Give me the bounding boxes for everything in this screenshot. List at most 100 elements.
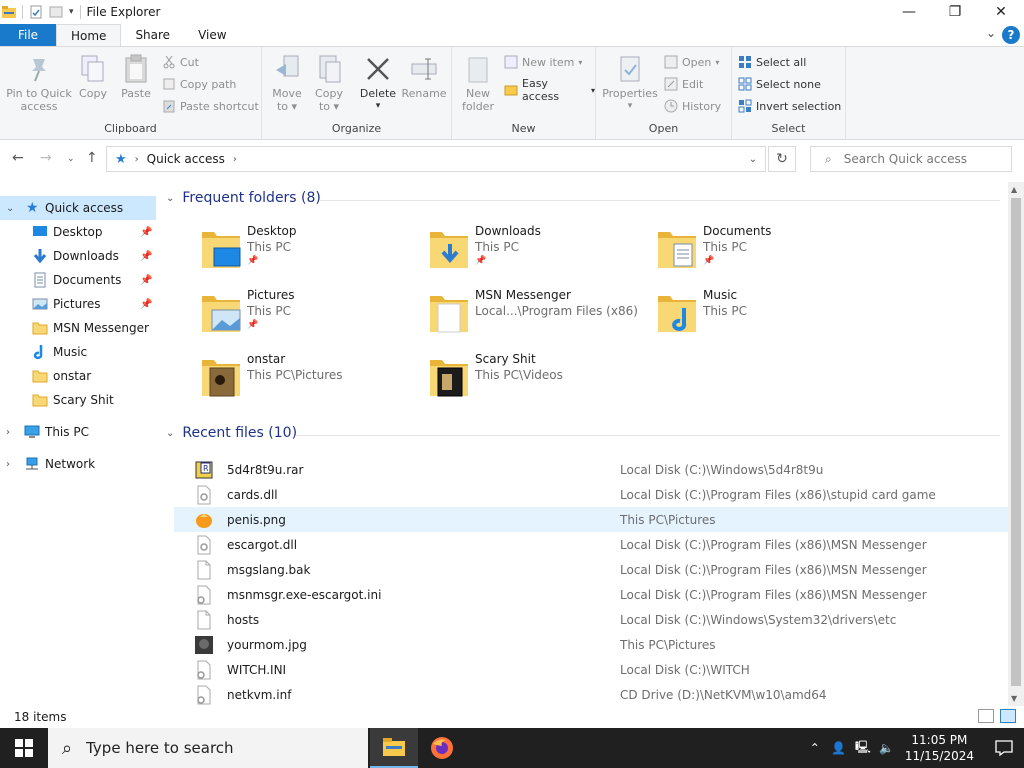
expand-chevron-icon[interactable]: › — [6, 427, 10, 438]
back-button[interactable]: ← — [12, 150, 24, 166]
cut-button[interactable]: Cut — [162, 55, 199, 69]
pin-icon[interactable]: 📌 — [140, 251, 152, 262]
taskbar-file-explorer[interactable] — [370, 728, 418, 768]
maximize-button[interactable]: ❐ — [932, 0, 978, 24]
close-button[interactable]: ✕ — [978, 0, 1024, 24]
large-icons-view-icon[interactable] — [1000, 709, 1016, 723]
scroll-up-icon[interactable]: ▲ — [1011, 185, 1017, 194]
tab-share[interactable]: Share — [121, 24, 184, 46]
help-icon[interactable]: ? — [1002, 26, 1020, 44]
recent-file-row[interactable]: cards.dll Local Disk (C:)\Program Files (… — [174, 482, 1008, 507]
recent-file-row[interactable]: msgslang.bak Local Disk (C:)\Program File… — [174, 557, 1008, 582]
minimize-button[interactable]: — — [886, 0, 932, 24]
collapse-chevron-icon[interactable]: ⌄ — [166, 428, 174, 439]
edit-button[interactable]: Edit — [664, 77, 703, 91]
recent-file-row[interactable]: netkvm.inf CD Drive (D:)\NetKVM\w10\amd64 — [174, 682, 1008, 707]
folder-tile-music[interactable]: Music This PC — [656, 288, 876, 348]
scroll-down-icon[interactable]: ▼ — [1011, 694, 1017, 703]
recent-file-row[interactable]: WITCH.INI Local Disk (C:)\WITCH — [174, 657, 1008, 682]
collapse-chevron-icon[interactable]: ⌄ — [166, 193, 174, 204]
ribbon-collapse-icon[interactable]: ⌄ — [986, 26, 996, 40]
copy-button[interactable]: Copy — [76, 53, 110, 100]
easy-access-button[interactable]: Easy access ▾ — [504, 77, 595, 103]
move-to-button[interactable]: Move to ▾ — [268, 53, 306, 113]
expand-chevron-icon[interactable]: › — [6, 459, 10, 470]
recent-file-row[interactable]: escargot.dll Local Disk (C:)\Program File… — [174, 532, 1008, 557]
folder-tile-downloads[interactable]: Downloads This PC 📌 — [428, 224, 648, 284]
recent-file-row[interactable]: msnmsgr.exe-escargot.ini Local Disk (C:)\… — [174, 582, 1008, 607]
taskbar-search[interactable]: ⌕ Type here to search — [48, 728, 368, 768]
history-button[interactable]: History — [664, 99, 721, 113]
sidebar-item-desktop[interactable]: Desktop 📌 — [0, 220, 156, 244]
properties-icon[interactable] — [29, 5, 43, 19]
vertical-scrollbar[interactable]: ▲ ▼ — [1008, 182, 1024, 706]
tab-file[interactable]: File — [0, 24, 56, 46]
paste-shortcut-button[interactable]: Paste shortcut — [162, 99, 259, 113]
customize-dropdown-icon[interactable]: ▾ — [69, 7, 74, 17]
network-status-icon[interactable]: 🖳 — [851, 738, 875, 759]
paste-button[interactable]: Paste — [118, 53, 154, 100]
select-none-button[interactable]: Select none — [738, 77, 821, 91]
notification-center-icon[interactable] — [984, 728, 1024, 768]
frequent-folders-header[interactable]: ⌄ Frequent folders (8) — [166, 190, 321, 206]
address-bar[interactable]: ★ › Quick access › — [106, 146, 766, 172]
details-view-icon[interactable] — [978, 709, 994, 723]
address-dropdown-icon[interactable]: ⌄ — [740, 146, 766, 172]
sidebar-item-msn-messenger[interactable]: MSN Messenger — [0, 316, 156, 340]
forward-button[interactable]: → — [40, 150, 52, 166]
breadcrumb-quick-access[interactable]: Quick access — [147, 152, 225, 166]
pin-to-quick-access-button[interactable]: Pin to Quick access — [6, 53, 72, 113]
sidebar-item-downloads[interactable]: Downloads 📌 — [0, 244, 156, 268]
clock[interactable]: 11:05 PM 11/15/2024 — [905, 732, 974, 764]
tray-overflow-icon[interactable]: ⌃ — [803, 741, 827, 755]
recent-locations-dropdown-icon[interactable]: ⌄ — [67, 154, 75, 164]
pin-icon[interactable]: 📌 — [140, 275, 152, 286]
folder-tile-desktop[interactable]: Desktop This PC 📌 — [200, 224, 420, 284]
nav-network[interactable]: › Network — [0, 452, 156, 476]
recent-file-row[interactable]: R 5d4r8t9u.rar Local Disk (C:)\Windows\5d4… — [174, 457, 1008, 482]
tab-view[interactable]: View — [184, 24, 240, 46]
msn-buddy-icon[interactable]: 👤 — [827, 741, 851, 755]
scrollbar-thumb[interactable] — [1011, 198, 1021, 686]
nav-quick-access[interactable]: ⌄ ★ Quick access — [0, 196, 156, 220]
sidebar-item-onstar[interactable]: onstar — [0, 364, 156, 388]
recent-file-row[interactable]: yourmom.jpg This PC\Pictures — [174, 632, 1008, 657]
tab-home[interactable]: Home — [56, 24, 122, 46]
copy-path-button[interactable]: Copy path — [162, 77, 236, 91]
recent-file-row[interactable]: penis.png This PC\Pictures — [174, 507, 1008, 532]
folder-tile-documents[interactable]: Documents This PC 📌 — [656, 224, 876, 284]
volume-icon[interactable]: 🔈 — [875, 741, 899, 755]
breadcrumb-chevron-icon[interactable]: › — [233, 154, 237, 165]
invert-selection-button[interactable]: Invert selection — [738, 99, 841, 113]
folder-tile-scary-shit[interactable]: Scary Shit This PC\Videos — [428, 352, 648, 412]
recent-file-row[interactable]: hosts Local Disk (C:)\Windows\System32\dr… — [174, 607, 1008, 632]
open-button[interactable]: Open ▾ — [664, 55, 719, 69]
new-item-button[interactable]: New item ▾ — [504, 55, 582, 69]
select-all-button[interactable]: Select all — [738, 55, 806, 69]
sidebar-item-documents[interactable]: Documents 📌 — [0, 268, 156, 292]
folder-app-icon[interactable] — [2, 5, 16, 19]
rename-button[interactable]: Rename — [401, 53, 447, 100]
start-button[interactable] — [0, 728, 48, 768]
up-button[interactable]: ↑ — [86, 150, 98, 166]
nav-this-pc[interactable]: › This PC — [0, 420, 156, 444]
folder-tile-onstar[interactable]: onstar This PC\Pictures — [200, 352, 420, 412]
new-folder-icon[interactable] — [49, 5, 63, 19]
sidebar-item-pictures[interactable]: Pictures 📌 — [0, 292, 156, 316]
pin-icon[interactable]: 📌 — [140, 227, 152, 238]
sidebar-item-scary-shit[interactable]: Scary Shit — [0, 388, 156, 412]
taskbar-firefox[interactable] — [418, 728, 466, 768]
copy-to-button[interactable]: Copy to ▾ — [310, 53, 348, 113]
pin-icon[interactable]: 📌 — [140, 299, 152, 310]
breadcrumb-separator-icon[interactable]: › — [135, 154, 139, 165]
properties-button[interactable]: Properties ▾ — [602, 53, 658, 113]
recent-files-header[interactable]: ⌄ Recent files (10) — [166, 425, 297, 441]
refresh-button[interactable]: ↻ — [768, 146, 796, 172]
search-box[interactable]: ⌕ Search Quick access — [810, 146, 1012, 172]
folder-tile-pictures[interactable]: Pictures This PC 📌 — [200, 288, 420, 348]
delete-button[interactable]: Delete ▾ — [358, 53, 398, 113]
folder-tile-msn-messenger[interactable]: MSN Messenger Local...\Program Files (x86… — [428, 288, 648, 348]
new-folder-button[interactable]: New folder — [458, 53, 498, 113]
sidebar-item-music[interactable]: Music — [0, 340, 156, 364]
collapse-chevron-icon[interactable]: ⌄ — [6, 203, 14, 214]
